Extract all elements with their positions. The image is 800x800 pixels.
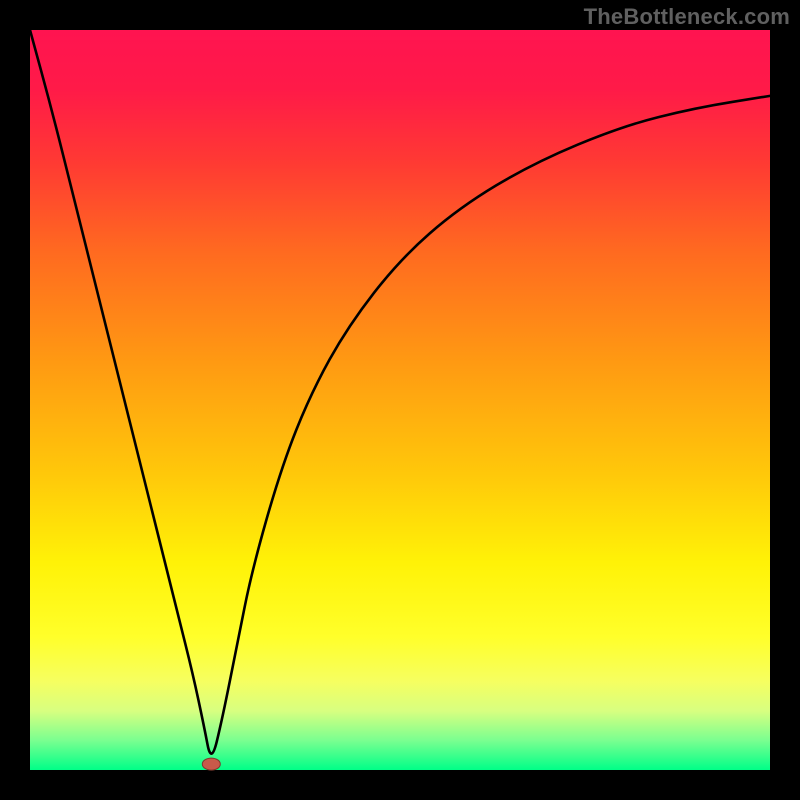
attribution-text: TheBottleneck.com bbox=[584, 4, 790, 30]
bottleneck-chart bbox=[0, 0, 800, 800]
minimum-marker bbox=[202, 758, 220, 770]
chart-frame: TheBottleneck.com bbox=[0, 0, 800, 800]
plot-background bbox=[30, 30, 770, 770]
